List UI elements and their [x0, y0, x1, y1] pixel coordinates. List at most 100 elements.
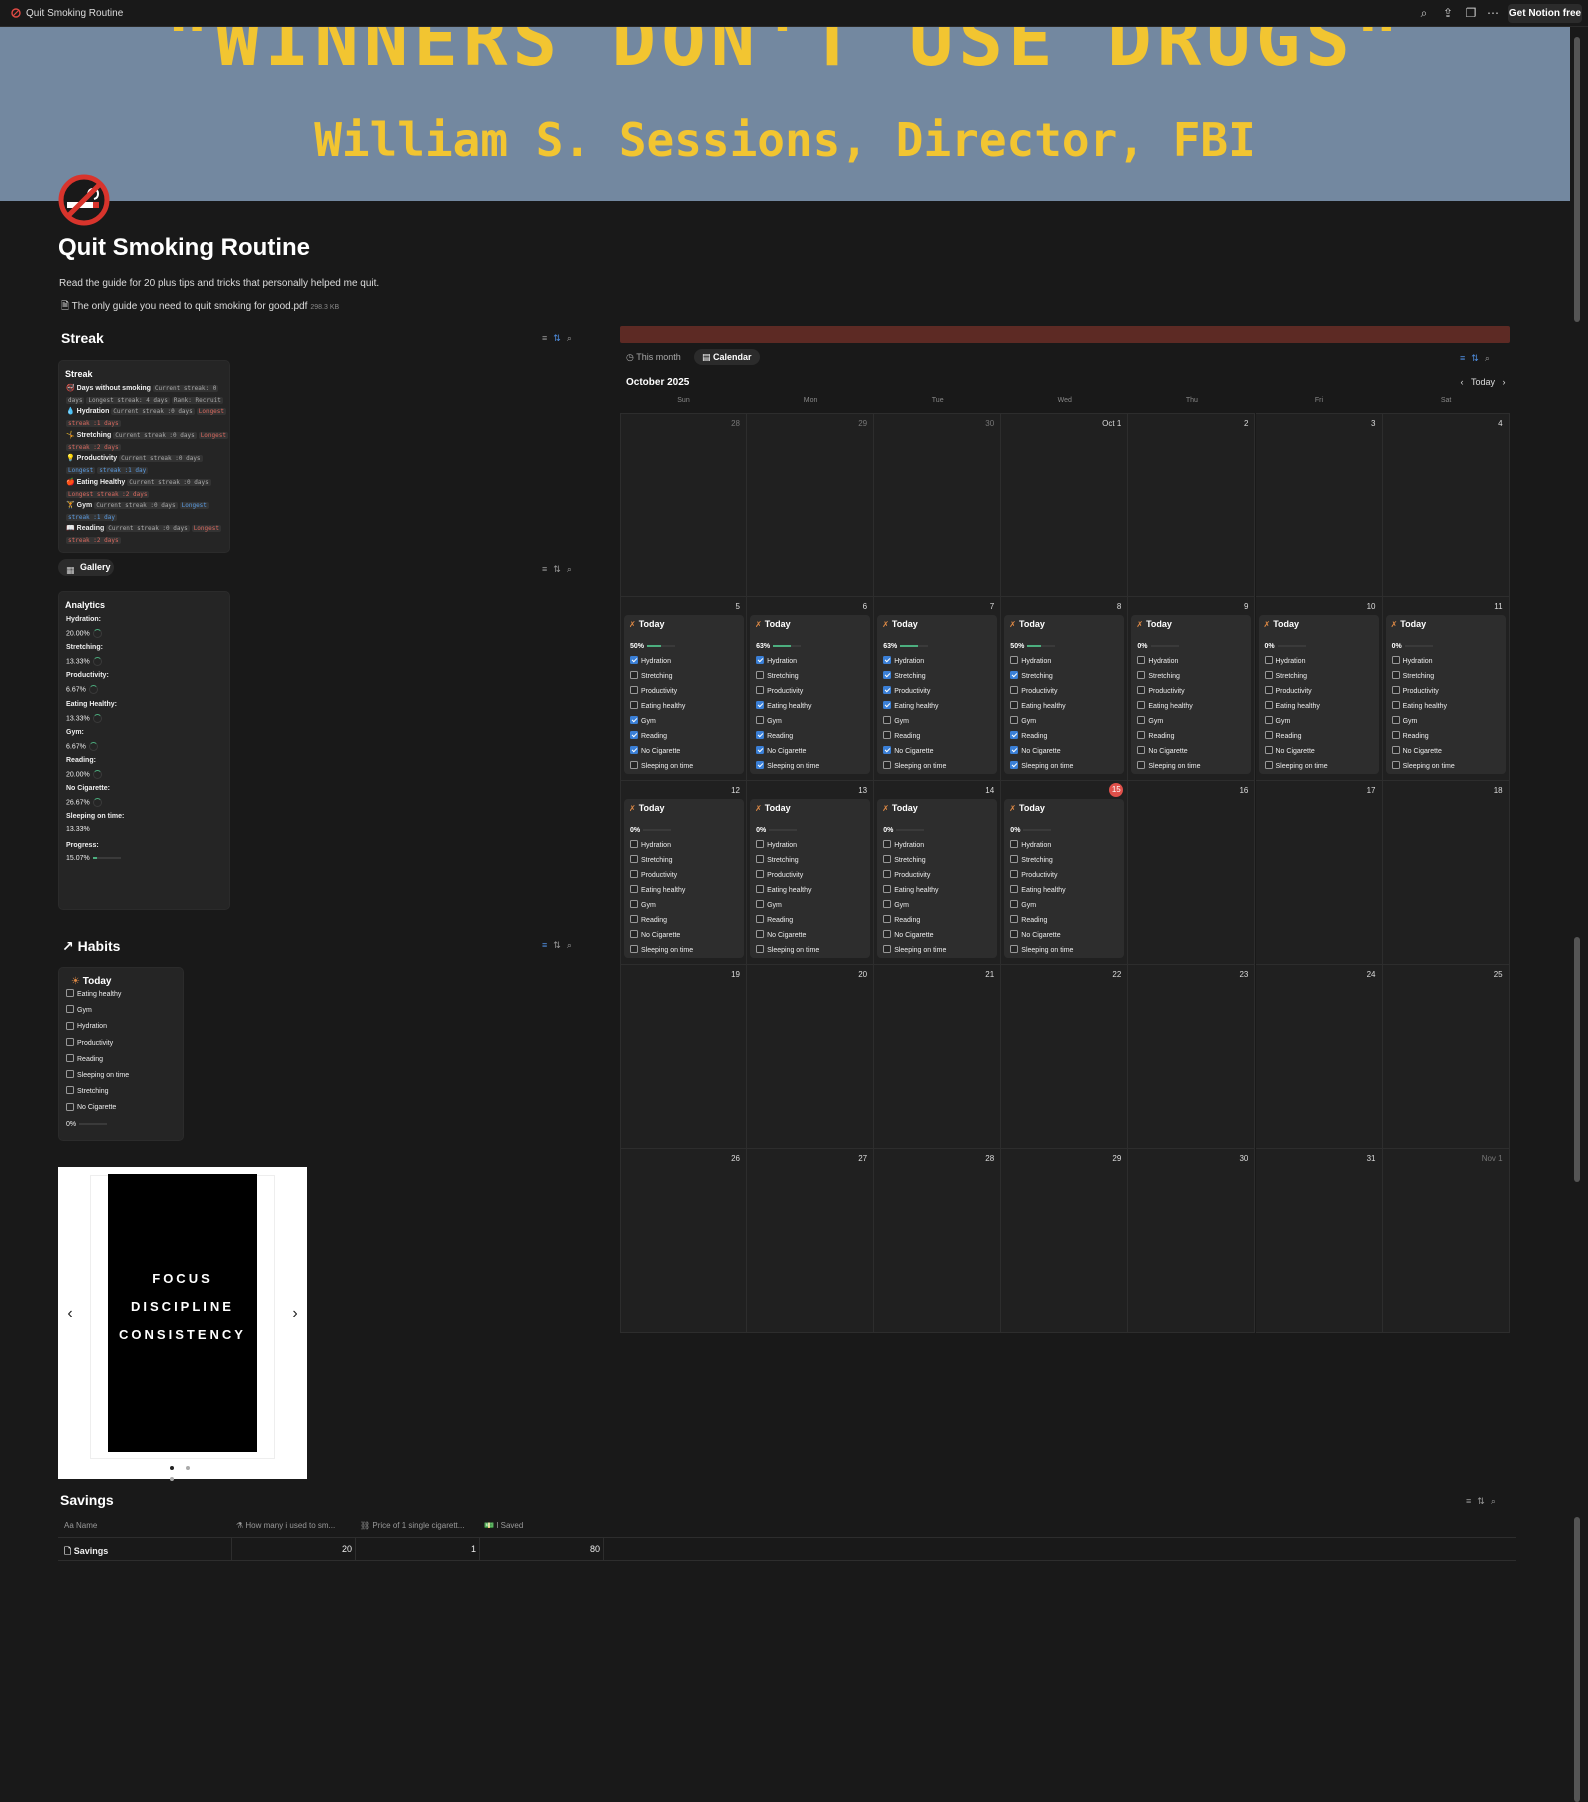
chevron-right-icon[interactable]: ›: [1503, 377, 1506, 387]
share-icon[interactable]: ⇪: [1441, 6, 1455, 20]
habit-checkbox-row[interactable]: Sleeping on time: [66, 1070, 129, 1081]
event-habit-row[interactable]: Eating healthy: [630, 701, 685, 713]
calendar-day-cell[interactable]: 8 ✗ Today 50% Hydration Stretching Productivit…: [1001, 597, 1129, 781]
checkbox[interactable]: [1264, 746, 1273, 755]
checkbox[interactable]: [756, 885, 765, 894]
checkbox[interactable]: [66, 1053, 74, 1062]
calendar-day-cell[interactable]: 12 ✗ Today 0% Hydration Stretching Productivit…: [620, 781, 747, 965]
breadcrumb-page-title[interactable]: Quit Smoking Routine: [26, 8, 123, 19]
calendar-event-card[interactable]: ✗ Today 0% Hydration Stretching Productivity E…: [877, 799, 998, 958]
checkbox[interactable]: [1010, 716, 1019, 725]
event-habit-row[interactable]: Eating healthy: [883, 701, 939, 713]
checkbox[interactable]: [756, 840, 765, 849]
checkbox[interactable]: [756, 716, 765, 725]
event-habit-row[interactable]: Stretching: [1137, 671, 1180, 683]
checkbox[interactable]: [1391, 716, 1400, 725]
event-habit-row[interactable]: Stretching: [630, 671, 673, 683]
event-habit-row[interactable]: Hydration: [1391, 656, 1433, 668]
calendar-day-cell[interactable]: 22: [1001, 965, 1129, 1149]
checkbox[interactable]: [1010, 686, 1019, 695]
event-habit-row[interactable]: Stretching: [630, 855, 673, 867]
checkbox[interactable]: [630, 731, 638, 740]
checkbox[interactable]: [66, 1070, 74, 1079]
event-habit-row[interactable]: Gym: [1264, 716, 1290, 728]
calendar-day-cell[interactable]: 10 ✗ Today 0% Hydration Stretching Productivit…: [1255, 597, 1383, 781]
event-habit-row[interactable]: Reading: [1391, 731, 1429, 743]
search-icon[interactable]: ⌕: [567, 564, 578, 574]
event-habit-row[interactable]: Gym: [1010, 716, 1036, 728]
event-habit-row[interactable]: Stretching: [756, 855, 799, 867]
checkbox[interactable]: [630, 930, 638, 939]
checkbox[interactable]: [756, 686, 765, 695]
event-habit-row[interactable]: Gym: [756, 900, 782, 912]
checkbox[interactable]: [1010, 840, 1019, 849]
calendar-event-card[interactable]: ✗ Today 0% Hydration Stretching Productivity E…: [1385, 615, 1506, 774]
checkbox[interactable]: [883, 885, 892, 894]
chevron-left-icon[interactable]: ‹: [1460, 377, 1463, 387]
search-icon[interactable]: ⌕: [567, 333, 578, 343]
event-habit-row[interactable]: Sleeping on time: [756, 761, 819, 773]
sort-icon[interactable]: ⇅: [553, 564, 567, 574]
checkbox[interactable]: [630, 870, 638, 879]
calendar-day-cell[interactable]: 13 ✗ Today 0% Hydration Stretching Productivit…: [747, 781, 875, 965]
calendar-day-cell[interactable]: Oct 1: [1001, 413, 1129, 597]
checkbox[interactable]: [883, 840, 892, 849]
checkbox[interactable]: [630, 761, 638, 770]
event-habit-row[interactable]: No Cigarette: [1010, 930, 1061, 942]
col-saved[interactable]: 💵 I Saved: [484, 1521, 523, 1530]
checkbox[interactable]: [1264, 731, 1273, 740]
duplicate-icon[interactable]: ❐: [1464, 6, 1478, 20]
calendar-event-card[interactable]: ✗ Today 50% Hydration Stretching Productivity…: [624, 615, 744, 774]
carousel-prev-icon[interactable]: ‹: [63, 1305, 77, 1325]
calendar-event-card[interactable]: ✗ Today 0% Hydration Stretching Productivity E…: [624, 799, 744, 958]
event-habit-row[interactable]: Productivity: [1010, 686, 1057, 698]
checkbox[interactable]: [630, 746, 638, 755]
calendar-event-card[interactable]: ✗ Today 0% Hydration Stretching Productivity E…: [1131, 615, 1252, 774]
checkbox[interactable]: [1391, 671, 1400, 680]
calendar-day-cell[interactable]: 11 ✗ Today 0% Hydration Stretching Productivit…: [1382, 597, 1510, 781]
event-habit-row[interactable]: Eating healthy: [756, 701, 811, 713]
event-habit-row[interactable]: Hydration: [883, 840, 924, 852]
calendar-day-cell[interactable]: 28: [620, 413, 747, 597]
checkbox[interactable]: [756, 761, 765, 770]
calendar-day-cell[interactable]: Nov 1: [1382, 1149, 1510, 1333]
checkbox[interactable]: [756, 930, 765, 939]
event-habit-row[interactable]: Reading: [1137, 731, 1174, 743]
checkbox[interactable]: [883, 761, 892, 770]
calendar-day-cell[interactable]: 3: [1255, 413, 1383, 597]
checkbox[interactable]: [1137, 746, 1146, 755]
event-habit-row[interactable]: No Cigarette: [1137, 746, 1188, 758]
table-row[interactable]: 🗋 Savings 20 1 80: [58, 1538, 1516, 1561]
event-habit-row[interactable]: Productivity: [756, 870, 803, 882]
checkbox[interactable]: [630, 900, 638, 909]
scrollbar-thumb[interactable]: [1574, 937, 1580, 1182]
checkbox[interactable]: [630, 885, 638, 894]
checkbox[interactable]: [1010, 731, 1019, 740]
habit-checkbox-row[interactable]: Productivity: [66, 1037, 113, 1049]
event-habit-row[interactable]: Reading: [1010, 915, 1047, 927]
event-habit-row[interactable]: Gym: [630, 716, 656, 728]
search-icon[interactable]: ⌕: [1491, 1496, 1502, 1506]
event-habit-row[interactable]: Reading: [630, 915, 667, 927]
calendar-day-cell[interactable]: 15 ✗ Today 0% Hydration Stretching Productivit…: [1001, 781, 1129, 965]
col-name[interactable]: Aa Name: [64, 1521, 97, 1530]
search-icon[interactable]: ⌕: [1485, 353, 1496, 363]
event-habit-row[interactable]: Eating healthy: [756, 885, 811, 897]
calendar-day-cell[interactable]: 29: [747, 413, 875, 597]
event-habit-row[interactable]: No Cigarette: [883, 930, 933, 942]
checkbox[interactable]: [883, 915, 892, 924]
checkbox[interactable]: [1391, 701, 1400, 710]
page-no-smoking-icon[interactable]: [58, 174, 110, 226]
checkbox[interactable]: [756, 870, 765, 879]
checkbox[interactable]: [1010, 855, 1019, 864]
event-habit-row[interactable]: Stretching: [1010, 855, 1053, 867]
row-saved[interactable]: 80: [486, 1544, 600, 1554]
checkbox[interactable]: [756, 900, 765, 909]
event-habit-row[interactable]: Sleeping on time: [630, 761, 693, 773]
calendar-day-cell[interactable]: 17: [1255, 781, 1383, 965]
event-habit-row[interactable]: Eating healthy: [1010, 701, 1066, 713]
habit-checkbox-row[interactable]: Gym: [66, 1005, 92, 1016]
calendar-day-cell[interactable]: 29: [1001, 1149, 1129, 1333]
event-habit-row[interactable]: Hydration: [883, 656, 924, 668]
get-notion-free-button[interactable]: Get Notion free: [1508, 4, 1582, 23]
